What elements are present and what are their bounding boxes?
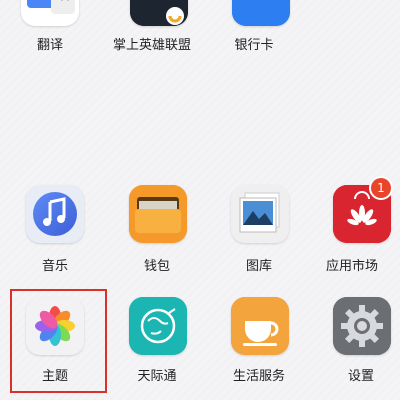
league-of-legends-icon	[130, 0, 188, 26]
app-wallet[interactable]: 钱包	[107, 185, 207, 275]
app-label: 银行卡	[234, 38, 274, 53]
app-label: 应用市场	[325, 259, 378, 274]
skytone-icon	[129, 297, 187, 355]
app-gallery[interactable]: 图库	[209, 185, 309, 275]
app-label: 设置	[347, 369, 374, 384]
app-league-of-legends[interactable]: 掌上英雄联盟	[102, 0, 202, 60]
app-label: 音乐	[41, 259, 68, 274]
app-label: 主题	[41, 369, 68, 384]
app-label: 掌上英雄联盟	[112, 38, 191, 53]
app-label: 钱包	[143, 259, 170, 274]
app-themes[interactable]: 主题	[5, 297, 105, 387]
app-market[interactable]: 应用市场	[311, 185, 400, 275]
app-label: 天际通	[137, 369, 177, 384]
themes-icon	[26, 297, 84, 355]
app-label: 生活服务	[232, 369, 285, 384]
app-translate[interactable]: 翻译	[0, 0, 100, 60]
translate-icon	[21, 0, 79, 26]
settings-icon	[333, 297, 391, 355]
app-skytone[interactable]: 天际通	[107, 297, 207, 387]
wallet-icon	[129, 185, 187, 243]
app-bank-card[interactable]: 银行卡	[204, 0, 304, 60]
life-services-icon	[231, 297, 289, 355]
app-settings[interactable]: 设置	[311, 297, 400, 387]
app-life-services[interactable]: 生活服务	[209, 297, 309, 387]
app-label: 图库	[245, 259, 272, 274]
gallery-icon	[231, 185, 289, 243]
app-music[interactable]: 音乐	[5, 185, 105, 275]
app-label: 翻译	[36, 38, 63, 53]
music-icon	[26, 185, 84, 243]
notification-badge: 1	[371, 178, 391, 198]
bank-card-icon	[232, 0, 290, 26]
